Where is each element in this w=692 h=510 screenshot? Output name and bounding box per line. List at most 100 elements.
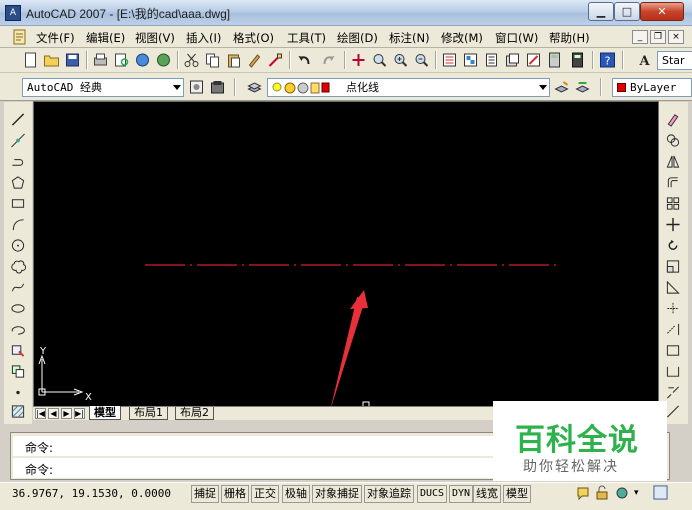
mdi-minimize-button[interactable]: _ [632,30,648,44]
ducs-toggle[interactable]: DUCS [417,485,448,503]
mirror-icon[interactable] [665,154,681,169]
redo-icon[interactable] [320,52,337,68]
first-tab-icon[interactable]: |◀ [35,408,46,419]
ellipse-icon[interactable] [10,301,26,316]
plot-icon[interactable] [92,52,109,68]
circle-icon[interactable] [10,238,26,253]
layer-previous-icon[interactable] [574,79,591,95]
quickcalc-icon[interactable] [546,52,563,68]
menu-edit[interactable]: 编辑(E) [86,30,125,46]
clean-screen-icon[interactable] [653,485,668,500]
publish-web-icon[interactable] [155,52,172,68]
hatch-icon[interactable] [10,404,26,419]
model-space-toggle[interactable]: 模型 [503,485,531,503]
grid-toggle[interactable]: 栅格 [221,485,249,503]
mdi-close-button[interactable]: × [668,30,684,44]
color-dropdown[interactable]: ByLayer [612,78,692,97]
text-style-icon[interactable]: A [636,52,653,68]
arc-icon[interactable] [10,217,26,232]
osnap-toggle[interactable]: 对象捕捉 [312,485,362,503]
polar-toggle[interactable]: 极轴 [282,485,310,503]
break-icon[interactable] [665,343,681,358]
text-style-dropdown[interactable]: Star [657,51,692,70]
communication-center-icon[interactable] [575,485,591,501]
array-icon[interactable] [665,196,681,211]
menu-window[interactable]: 窗口(W) [495,30,538,46]
line-icon[interactable] [10,112,26,127]
workspace-save-icon[interactable] [209,79,226,95]
polyline-icon[interactable] [10,154,26,169]
markup-set-manager-icon[interactable] [525,52,542,68]
save-icon[interactable] [64,52,81,68]
prev-tab-icon[interactable]: ◀ [48,408,59,419]
calculator-icon[interactable] [569,52,586,68]
menu-view[interactable]: 视图(V) [135,30,175,46]
properties-icon[interactable] [441,52,458,68]
fillet-icon[interactable] [665,385,681,400]
lock-icon[interactable] [594,485,610,501]
otrack-toggle[interactable]: 对象追踪 [364,485,414,503]
polygon-icon[interactable] [10,175,26,190]
make-block-icon[interactable] [10,364,26,379]
move-icon[interactable] [665,217,681,232]
close-button[interactable]: ✕ [640,2,684,21]
maximize-button[interactable]: □ [614,2,640,21]
drawing-area[interactable]: Y X [33,101,659,411]
help-icon[interactable]: ? [599,52,616,68]
workspace-dropdown[interactable]: AutoCAD 经典 [22,78,184,97]
pan-icon[interactable] [350,52,367,68]
erase-icon[interactable] [665,112,681,127]
cut-icon[interactable] [183,52,200,68]
status-menu-icon[interactable]: ▾ [634,488,639,498]
point-icon[interactable] [10,385,26,400]
rectangle-icon[interactable] [10,196,26,211]
layer-dropdown[interactable]: 点化线 [267,78,550,97]
sheet-set-manager-icon[interactable] [504,52,521,68]
menu-file[interactable]: 文件(F) [36,30,75,46]
menu-modify[interactable]: 修改(M) [441,30,483,46]
zoom-realtime-icon[interactable] [371,52,388,68]
paste-icon[interactable] [225,52,242,68]
layer-manager-icon[interactable] [246,79,263,95]
block-editor-icon[interactable] [267,52,284,68]
ellipse-arc-icon[interactable] [10,322,26,337]
match-properties-icon[interactable] [246,52,263,68]
make-layer-current-icon[interactable] [553,79,570,95]
tab-layout2[interactable]: 布局2 [175,407,214,420]
autocad-app-icon[interactable]: A [5,5,21,21]
last-tab-icon[interactable]: ▶| [74,408,85,419]
ortho-toggle[interactable]: 正交 [251,485,279,503]
spline-icon[interactable] [10,280,26,295]
minimize-button[interactable]: ▁ [588,2,614,21]
workspace-settings-icon[interactable] [188,79,205,95]
menu-draw[interactable]: 绘图(D) [337,30,378,46]
copy-object-icon[interactable] [665,133,681,148]
menu-insert[interactable]: 插入(I) [186,30,221,46]
snap-toggle[interactable]: 捕捉 [191,485,219,503]
open-folder-icon[interactable] [43,52,60,68]
explode-icon[interactable] [665,404,681,419]
revision-cloud-icon[interactable] [10,259,26,274]
menu-tools[interactable]: 工具(T) [287,30,326,46]
scale-icon[interactable] [665,259,681,274]
undo-icon[interactable] [296,52,313,68]
extend-icon[interactable] [665,322,681,337]
tray-settings-icon[interactable] [614,485,630,501]
tab-model[interactable]: 模型 [89,406,121,420]
menu-dimension[interactable]: 标注(N) [389,30,430,46]
offset-icon[interactable] [665,175,681,190]
rotate-icon[interactable] [665,238,681,253]
tool-palettes-icon[interactable] [483,52,500,68]
copy-icon[interactable] [204,52,221,68]
zoom-window-icon[interactable] [392,52,409,68]
document-icon[interactable] [12,29,28,45]
menu-help[interactable]: 帮助(H) [549,30,590,46]
design-center-icon[interactable] [462,52,479,68]
stretch-icon[interactable] [665,280,681,295]
coordinate-readout[interactable]: 36.9767, 19.1530, 0.0000 [12,487,171,500]
zoom-previous-icon[interactable] [413,52,430,68]
tab-layout1[interactable]: 布局1 [129,407,168,420]
lineweight-toggle[interactable]: 线宽 [473,485,501,503]
next-tab-icon[interactable]: ▶ [61,408,72,419]
plot-preview-icon[interactable] [113,52,130,68]
